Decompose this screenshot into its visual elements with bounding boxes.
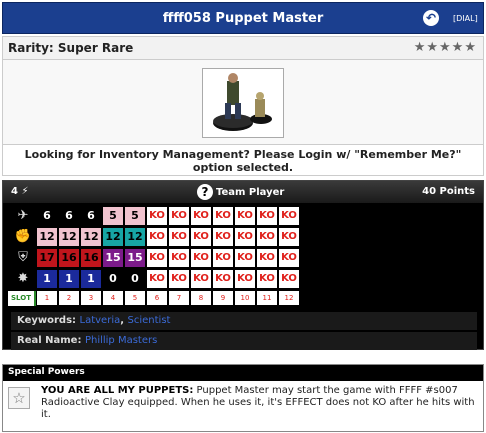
dial-cell-ko: KO: [213, 270, 233, 288]
dial-cell-damage: 1: [81, 270, 101, 288]
dial-cell-defense: 17: [37, 249, 57, 267]
dial-cell-ko: KO: [191, 228, 211, 246]
damage-burst-icon: ✸: [17, 271, 29, 286]
dial-cell-ko: KO: [147, 207, 167, 225]
back-icon[interactable]: ↶: [423, 10, 439, 26]
dial-cell-ko: KO: [279, 270, 299, 288]
login-message: Looking for Inventory Management? Please…: [2, 144, 484, 176]
dial-cell-defense: 15: [125, 249, 145, 267]
combat-dial: 4 ⚡ ? Team Player 40 Points ✈ ✊ ⛨ ✸ 66655…: [2, 180, 484, 350]
slot-row: SLOT 1 2 3 4 5 6 7 8 9 10 11 12: [3, 291, 483, 306]
slot-number: 10: [235, 291, 255, 305]
keyword-link-scientist[interactable]: Scientist: [128, 315, 171, 326]
slot-number: 3: [81, 291, 101, 305]
dial-cell-ko: KO: [169, 207, 189, 225]
keyword-link-latveria[interactable]: Latveria: [80, 315, 121, 326]
dial-cell-ko: KO: [169, 270, 189, 288]
dial-cell-ko: KO: [279, 228, 299, 246]
slot-number: 6: [147, 291, 167, 305]
slot-number: 11: [257, 291, 277, 305]
slot-number: 1: [37, 291, 57, 305]
dial-cell-ko: KO: [147, 228, 167, 246]
dial-cell-defense: 16: [81, 249, 101, 267]
dial-info-bar: 4 ⚡ ? Team Player 40 Points: [3, 181, 483, 203]
attack-fist-icon: ✊: [14, 229, 32, 244]
range-value: 4 ⚡: [11, 186, 29, 197]
slot-number: 12: [279, 291, 299, 305]
dial-cell-ko: KO: [257, 207, 277, 225]
real-name-row: Real Name: Phillip Masters: [11, 332, 477, 350]
dial-cell-ko: KO: [191, 207, 211, 225]
dial-cell-ko: KO: [169, 228, 189, 246]
dial-cell-ko: KO: [191, 249, 211, 267]
dial-cell-speed: 6: [81, 207, 101, 225]
rarity-label: Rarity: Super Rare: [8, 41, 134, 55]
dial-cell-attack: 12: [125, 228, 145, 246]
dial-cell-ko: KO: [147, 270, 167, 288]
dial-cell-ko: KO: [279, 249, 299, 267]
dial-cell-defense: 15: [103, 249, 123, 267]
dial-cell-ko: KO: [147, 249, 167, 267]
figure-image[interactable]: [202, 68, 284, 138]
dial-cell-defense: 16: [59, 249, 79, 267]
dial-cell-damage: 0: [125, 270, 145, 288]
slot-number: 7: [169, 291, 189, 305]
lightning-icon: ⚡: [21, 186, 29, 197]
figure-image-area: [2, 60, 484, 144]
slot-number: 8: [191, 291, 211, 305]
dial-cell-attack: 12: [37, 228, 57, 246]
special-powers-panel: Special Powers ☆ YOU ARE ALL MY PUPPETS:…: [2, 364, 484, 432]
page-title: ffff058 Puppet Master: [162, 11, 324, 26]
dial-cell-speed: 6: [37, 207, 57, 225]
dial-cell-speed: 6: [59, 207, 79, 225]
dial-cell-ko: KO: [279, 207, 299, 225]
dial-cell-ko: KO: [191, 270, 211, 288]
slot-label: SLOT: [8, 291, 36, 306]
dial-cell-damage: 0: [103, 270, 123, 288]
defense-shield-icon: ⛨: [18, 250, 28, 265]
speed-boot-icon: ✈: [17, 208, 29, 223]
rarity-stars-icon: ★★★★★: [413, 40, 477, 55]
power-description: YOU ARE ALL MY PUPPETS: Puppet Master ma…: [41, 385, 475, 420]
title-bar: ffff058 Puppet Master ↶ [DIAL]: [2, 2, 484, 34]
special-powers-header: Special Powers: [3, 365, 483, 381]
points-value: 40 Points: [422, 186, 475, 197]
dial-cell-damage: 1: [37, 270, 57, 288]
slot-number: 9: [213, 291, 233, 305]
star-icon: ☆: [8, 387, 30, 409]
dial-cell-attack: 12: [103, 228, 123, 246]
dial-cell-ko: KO: [235, 270, 255, 288]
dial-cell-damage: 1: [59, 270, 79, 288]
slot-number: 5: [125, 291, 145, 305]
dial-cell-ko: KO: [235, 207, 255, 225]
real-name-link[interactable]: Phillip Masters: [85, 335, 157, 346]
team-ability[interactable]: ? Team Player: [197, 184, 284, 200]
dial-cell-ko: KO: [235, 228, 255, 246]
dial-cell-ko: KO: [235, 249, 255, 267]
dial-cell-ko: KO: [213, 207, 233, 225]
dial-cell-attack: 12: [81, 228, 101, 246]
dial-cell-ko: KO: [213, 228, 233, 246]
slot-number: 2: [59, 291, 79, 305]
dial-cell-ko: KO: [257, 270, 277, 288]
dial-cell-speed: 5: [103, 207, 123, 225]
dial-cell-ko: KO: [257, 249, 277, 267]
dial-button[interactable]: [DIAL]: [453, 14, 478, 23]
dial-cell-attack: 12: [59, 228, 79, 246]
rarity-bar: Rarity: Super Rare ★★★★★: [2, 36, 484, 60]
slot-number: 4: [103, 291, 123, 305]
keywords-row: Keywords: Latveria, Scientist: [11, 312, 477, 330]
question-mark-icon: ?: [197, 184, 213, 200]
dial-cell-speed: 5: [125, 207, 145, 225]
dial-cell-ko: KO: [169, 249, 189, 267]
dial-cell-ko: KO: [257, 228, 277, 246]
dial-cell-ko: KO: [213, 249, 233, 267]
